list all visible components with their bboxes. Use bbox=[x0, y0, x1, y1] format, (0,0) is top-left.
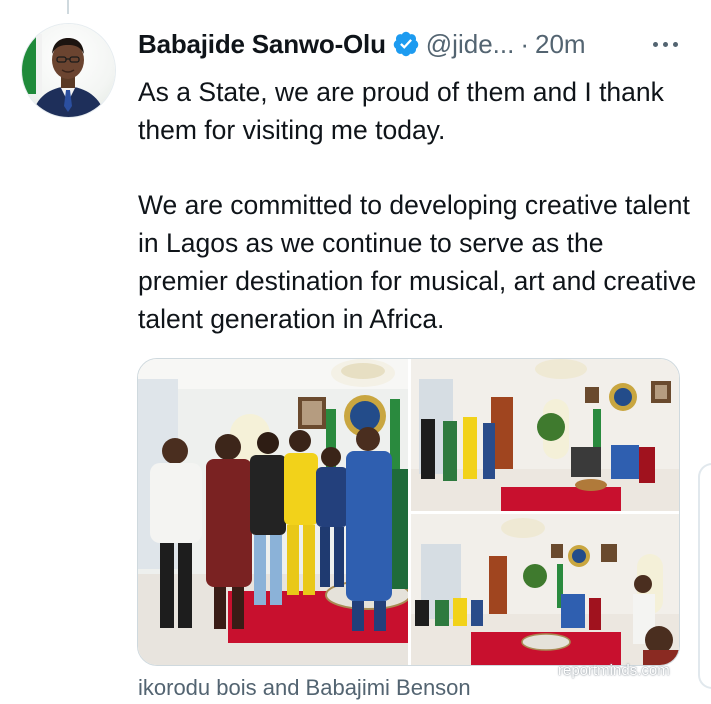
tweet-paragraph: As a State, we are proud of them and I t… bbox=[138, 77, 664, 145]
author-handle[interactable]: @jide... bbox=[426, 29, 515, 60]
media-photo-bottom-right[interactable] bbox=[411, 514, 679, 665]
tweet-paragraph: We are committed to developing creative … bbox=[138, 190, 697, 334]
media-photo-top-right[interactable] bbox=[411, 359, 679, 511]
more-options-icon[interactable] bbox=[647, 30, 683, 58]
tweet-timestamp[interactable]: 20m bbox=[535, 29, 586, 60]
image-caption: ikorodu bois and Babajimi Benson bbox=[138, 675, 471, 700]
watermark-text: reportminds.com bbox=[558, 662, 670, 679]
thread-connector-line bbox=[67, 0, 69, 14]
tweet-text: As a State, we are proud of them and I t… bbox=[138, 73, 698, 338]
header-separator: · bbox=[520, 28, 529, 59]
author-name[interactable]: Babajide Sanwo-Olu bbox=[138, 29, 386, 60]
author-avatar[interactable] bbox=[22, 24, 115, 117]
tweet-header: Babajide Sanwo-Olu @jide... · 20m bbox=[138, 26, 683, 62]
media-photo-left[interactable] bbox=[138, 359, 408, 665]
media-grid bbox=[137, 358, 680, 666]
verified-badge-icon bbox=[393, 31, 419, 57]
adjacent-card-edge bbox=[698, 463, 711, 689]
